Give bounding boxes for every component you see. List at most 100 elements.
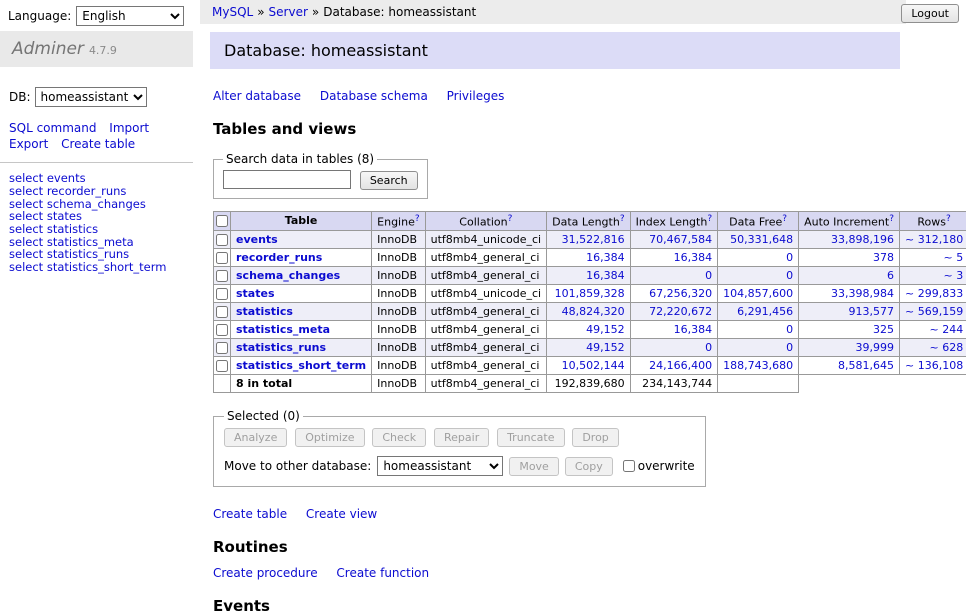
row-checkbox[interactable] [216,234,228,246]
create-view-link[interactable]: Create view [306,507,377,521]
index-length-link[interactable]: 70,467,584 [649,233,712,246]
row-checkbox[interactable] [216,360,228,372]
data-length-link[interactable]: 48,824,320 [562,305,625,318]
help-icon[interactable]: ? [620,214,625,224]
logout-button[interactable]: Logout [901,4,959,23]
db-select[interactable]: homeassistant [35,87,147,107]
select-all-checkbox[interactable] [216,215,228,227]
help-icon[interactable]: ? [508,214,513,224]
check-button[interactable]: Check [372,428,426,447]
data-free-link[interactable]: 0 [786,269,793,282]
table-link[interactable]: schema_changes [236,269,340,282]
create-procedure-link[interactable]: Create procedure [213,566,318,580]
data-length-link[interactable]: 10,502,144 [562,359,625,372]
table-header-row: Table Engine? Collation? Data Length? In… [214,211,966,231]
sidebar-link-export[interactable]: Export [9,137,48,151]
optimize-button[interactable]: Optimize [295,428,364,447]
row-checkbox[interactable] [216,342,228,354]
move-db-select[interactable]: homeassistant [377,456,503,476]
breadcrumb-current: Database: homeassistant [323,5,476,19]
table-link[interactable]: events [236,233,278,246]
index-length-link[interactable]: 24,166,400 [649,359,712,372]
table-link[interactable]: statistics_runs [236,341,326,354]
auto-increment-cell: 39,999 [799,339,900,357]
help-icon[interactable]: ? [707,214,712,224]
rows-link[interactable]: ~ 244 [929,323,963,336]
rows-link[interactable]: ~ 3 [943,269,963,282]
table-link[interactable]: statistics_short_term [236,359,366,372]
search-button[interactable]: Search [360,171,418,190]
data-length-link[interactable]: 31,522,816 [562,233,625,246]
sidebar-link-import[interactable]: Import [109,121,149,135]
data-free-link[interactable]: 104,857,600 [723,287,793,300]
index-length-link[interactable]: 16,384 [674,251,713,264]
index-length-link[interactable]: 72,220,672 [649,305,712,318]
move-button[interactable]: Move [509,457,559,476]
table-link[interactable]: statistics_meta [236,323,330,336]
rows-link[interactable]: ~ 136,108 [905,359,963,372]
index-length-link[interactable]: 0 [705,269,712,282]
row-checkbox[interactable] [216,270,228,282]
sidebar-item-select-statistics-short-term[interactable]: select statistics_short_term [9,261,184,274]
breadcrumb-link-mysql[interactable]: MySQL [212,5,253,19]
auto-increment-link[interactable]: 33,898,196 [831,233,894,246]
auto-increment-link[interactable]: 913,577 [849,305,895,318]
auto-increment-link[interactable]: 8,581,645 [838,359,894,372]
rows-link[interactable]: ~ 628 [929,341,963,354]
auto-increment-link[interactable]: 39,999 [856,341,895,354]
data-length-link[interactable]: 16,384 [586,269,625,282]
copy-button[interactable]: Copy [565,457,613,476]
language-select[interactable]: English [76,6,184,26]
create-function-link[interactable]: Create function [336,566,429,580]
auto-increment-link[interactable]: 378 [873,251,894,264]
sidebar-link-sql-command[interactable]: SQL command [9,121,96,135]
alter-database-link[interactable]: Alter database [213,89,301,103]
drop-button[interactable]: Drop [572,428,618,447]
overwrite-checkbox[interactable] [623,460,635,472]
row-checkbox[interactable] [216,306,228,318]
data-length-link[interactable]: 49,152 [586,323,625,336]
sidebar-item-select-events[interactable]: select events [9,172,184,185]
table-link[interactable]: statistics [236,305,293,318]
row-checkbox[interactable] [216,252,228,264]
index-length-link[interactable]: 67,256,320 [649,287,712,300]
sidebar-link-create-table[interactable]: Create table [61,137,135,151]
breadcrumb-link-server[interactable]: Server [269,5,308,19]
rows-link[interactable]: ~ 569,159 [905,305,963,318]
auto-increment-link[interactable]: 6 [887,269,894,282]
repair-button[interactable]: Repair [434,428,489,447]
data-free-link[interactable]: 0 [786,323,793,336]
rows-link[interactable]: ~ 312,180 [905,233,963,246]
table-link[interactable]: states [236,287,275,300]
create-table-link[interactable]: Create table [213,507,287,521]
row-checkbox[interactable] [216,324,228,336]
sidebar-item-select-statistics[interactable]: select statistics [9,223,184,236]
help-icon[interactable]: ? [946,214,951,224]
rows-link[interactable]: ~ 299,833 [905,287,963,300]
data-free-link[interactable]: 0 [786,251,793,264]
auto-increment-link[interactable]: 325 [873,323,894,336]
data-length-link[interactable]: 49,152 [586,341,625,354]
data-free-link[interactable]: 0 [786,341,793,354]
row-checkbox[interactable] [216,288,228,300]
data-free-link[interactable]: 6,291,456 [737,305,793,318]
database-schema-link[interactable]: Database schema [320,89,428,103]
help-icon[interactable]: ? [415,214,420,224]
data-free-link[interactable]: 188,743,680 [723,359,793,372]
rows-link[interactable]: ~ 5 [943,251,963,264]
help-icon[interactable]: ? [889,214,894,224]
help-icon[interactable]: ? [782,214,787,224]
data-free-link[interactable]: 50,331,648 [730,233,793,246]
search-input[interactable] [223,170,351,189]
auto-increment-link[interactable]: 33,398,984 [831,287,894,300]
data-length-link[interactable]: 16,384 [586,251,625,264]
table-link[interactable]: recorder_runs [236,251,322,264]
index-length-link[interactable]: 16,384 [674,323,713,336]
index-length-link[interactable]: 0 [705,341,712,354]
truncate-button[interactable]: Truncate [497,428,564,447]
adminer-logo-link[interactable]: Adminer [12,39,84,59]
sidebar-item-select-recorder-runs[interactable]: select recorder_runs [9,185,184,198]
privileges-link[interactable]: Privileges [447,89,505,103]
analyze-button[interactable]: Analyze [224,428,287,447]
data-length-link[interactable]: 101,859,328 [555,287,625,300]
